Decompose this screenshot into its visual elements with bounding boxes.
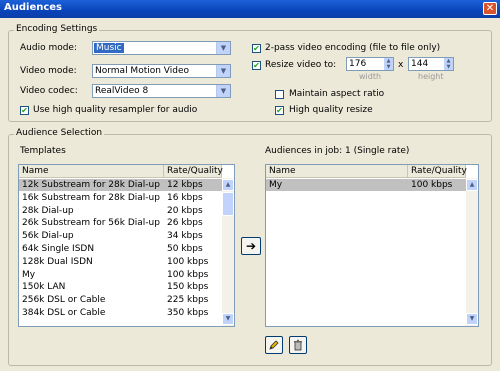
job-rate-column-header[interactable]: Rate/Quality (408, 165, 467, 178)
scroll-up-icon[interactable]: ▲ (466, 179, 478, 191)
hq-resize-label: High quality resize (289, 105, 373, 115)
list-item[interactable]: 64k Single ISDN 50 kbps (19, 243, 222, 255)
trash-icon (294, 339, 302, 351)
list-item-rate: 26 kbps (167, 218, 203, 229)
list-item-name: 150k LAN (22, 282, 66, 293)
list-item[interactable]: 150k LAN 150 kbps (19, 281, 222, 293)
resize-video-checkbox[interactable]: ✔ (252, 61, 261, 70)
list-item[interactable]: My 100 kbps (266, 179, 466, 191)
list-item[interactable]: 12k Substream for 28k Dial-up 12 kbps (19, 179, 222, 191)
list-item-name: My (269, 180, 283, 190)
pencil-icon (269, 340, 279, 350)
list-item-name: 16k Substream for 28k Dial-up (22, 192, 160, 203)
add-audience-button[interactable]: ➔ (241, 237, 261, 255)
audience-selection-label: Audience Selection (14, 128, 105, 138)
video-codec-value: RealVideo 8 (95, 86, 149, 96)
list-item[interactable]: 256k DSL or Cable 225 kbps (19, 294, 222, 306)
list-item-rate: 34 kbps (167, 231, 203, 242)
audio-mode-select[interactable]: Music ▼ (92, 41, 231, 55)
rate-column-header[interactable]: Rate/Quality (164, 165, 223, 178)
list-item-name: My (22, 269, 36, 280)
audio-mode-label: Audio mode: (20, 43, 77, 53)
spinner-arrows-icon[interactable]: ▲ ▼ (444, 58, 453, 70)
list-item-rate: 350 kbps (167, 308, 209, 318)
job-name-column-header[interactable]: Name (266, 165, 408, 178)
maintain-aspect-label: Maintain aspect ratio (289, 89, 385, 99)
resize-video-label: Resize video to: (265, 60, 337, 70)
window-title: Audiences (4, 2, 63, 13)
chevron-down-icon[interactable]: ▼ (216, 42, 230, 54)
list-item-rate: 100 kbps (167, 256, 209, 267)
video-codec-label: Video codec: (20, 86, 78, 96)
edit-audience-button[interactable] (265, 336, 283, 354)
list-item-name: 256k DSL or Cable (22, 295, 106, 306)
list-item[interactable]: 56k Dial-up 34 kbps (19, 230, 222, 242)
video-mode-value: Normal Motion Video (95, 66, 190, 76)
list-item-rate: 12 kbps (167, 180, 203, 190)
two-pass-label: 2-pass video encoding (file to file only… (265, 43, 441, 53)
list-item-rate: 225 kbps (167, 295, 209, 306)
audiences-in-job-label: Audiences in job: 1 (Single rate) (265, 146, 410, 156)
list-item[interactable]: 384k DSL or Cable 350 kbps (19, 307, 222, 319)
arrow-right-icon: ➔ (245, 239, 257, 253)
chevron-down-icon[interactable]: ▼ (216, 65, 230, 77)
hq-resampler-label: Use high quality resampler for audio (33, 105, 198, 115)
list-item-rate: 150 kbps (167, 282, 209, 293)
list-item-rate: 100 kbps (411, 180, 453, 190)
list-item[interactable]: My 100 kbps (19, 269, 222, 281)
resize-width-input[interactable]: 176 ▲ ▼ (346, 57, 394, 71)
list-item-name: 384k DSL or Cable (22, 308, 106, 318)
name-column-header[interactable]: Name (19, 165, 164, 178)
audiences-dialog: Audiences ✕ Encoding Settings Audio mode… (0, 0, 500, 371)
list-item-name: 28k Dial-up (22, 205, 74, 216)
list-item[interactable]: 128k Dual ISDN 100 kbps (19, 256, 222, 268)
templates-label: Templates (20, 146, 66, 156)
video-mode-label: Video mode: (20, 66, 77, 76)
encoding-settings-label: Encoding Settings (14, 24, 100, 34)
video-mode-select[interactable]: Normal Motion Video ▼ (92, 64, 231, 78)
two-pass-checkbox[interactable]: ✔ (252, 44, 261, 53)
templates-list[interactable]: Name Rate/Quality 12k Substream for 28k … (18, 164, 235, 327)
audio-mode-value: Music (94, 43, 124, 53)
hq-resampler-checkbox[interactable]: ✔ (20, 106, 29, 115)
list-item-rate: 16 kbps (167, 192, 203, 203)
delete-audience-button[interactable] (289, 336, 307, 354)
list-item[interactable]: 26k Substream for 56k Dial-up 26 kbps (19, 217, 222, 229)
list-item-rate: 50 kbps (167, 244, 203, 254)
video-codec-select[interactable]: RealVideo 8 ▼ (92, 84, 231, 98)
scroll-down-icon[interactable]: ▼ (466, 313, 478, 325)
list-item-rate: 20 kbps (167, 205, 203, 216)
chevron-down-icon[interactable]: ▼ (216, 85, 230, 97)
list-item-name: 64k Single ISDN (22, 244, 95, 254)
resize-width-value: 176 (349, 59, 367, 69)
height-caption: height (418, 72, 444, 81)
close-button[interactable]: ✕ (483, 2, 497, 15)
scroll-up-icon[interactable]: ▲ (222, 179, 234, 191)
job-audiences-scrollbar[interactable]: ▲ ▼ (466, 178, 478, 326)
list-item-name: 12k Substream for 28k Dial-up (22, 180, 160, 190)
list-item[interactable]: 28k Dial-up 20 kbps (19, 205, 222, 217)
width-caption: width (359, 72, 382, 81)
title-bar[interactable]: Audiences ✕ (0, 0, 500, 18)
resize-height-input[interactable]: 144 ▲ ▼ (408, 57, 454, 71)
spinner-arrows-icon[interactable]: ▲ ▼ (384, 58, 393, 70)
resize-height-value: 144 (411, 59, 429, 69)
list-item-rate: 100 kbps (167, 269, 209, 280)
job-audiences-list[interactable]: Name Rate/Quality My 100 kbps ▲ ▼ (265, 164, 479, 327)
list-item[interactable]: 16k Substream for 28k Dial-up 16 kbps (19, 192, 222, 204)
list-item-name: 128k Dual ISDN (22, 256, 93, 267)
hq-resize-checkbox[interactable]: ✔ (275, 106, 284, 115)
templates-scrollbar[interactable]: ▲ ▼ (222, 178, 234, 326)
resize-x-label: x (398, 60, 404, 70)
maintain-aspect-checkbox[interactable] (275, 90, 284, 99)
list-item-name: 26k Substream for 56k Dial-up (22, 218, 160, 229)
list-item-name: 56k Dial-up (22, 231, 74, 242)
scroll-thumb[interactable] (222, 192, 234, 216)
scroll-down-icon[interactable]: ▼ (222, 313, 234, 325)
